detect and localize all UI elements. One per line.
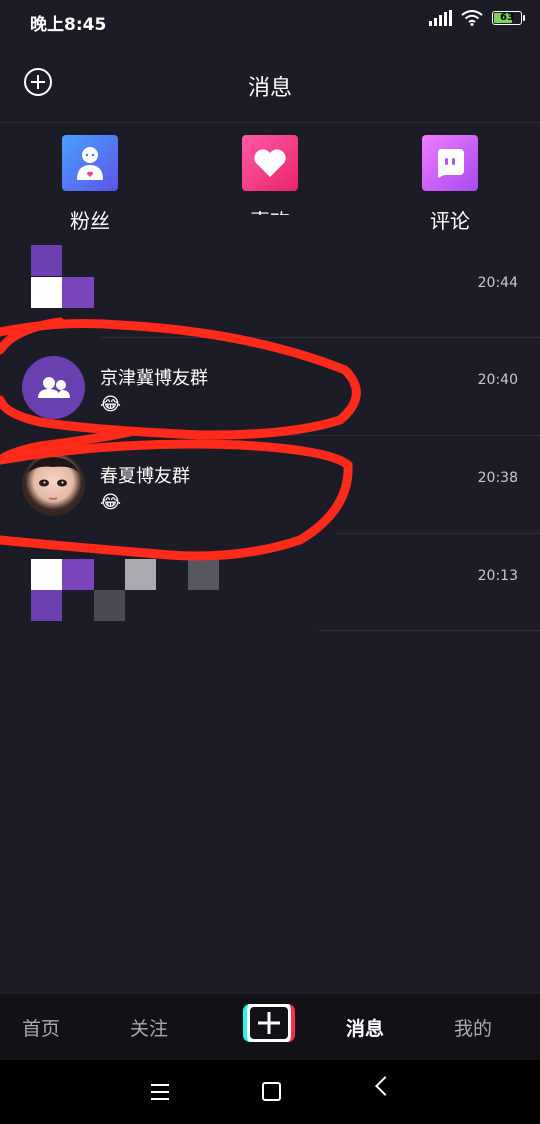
conversation-preview: 😂 [100, 394, 122, 415]
tab-home[interactable]: 首页 [22, 1014, 60, 1041]
create-button[interactable] [243, 1004, 295, 1042]
conversation-item[interactable]: 20:13 [0, 534, 540, 631]
quick-action-comments[interactable]: 评论 [405, 135, 495, 231]
quick-action-label: 粉丝 [70, 209, 110, 231]
quick-action-label: 喜欢 [225, 205, 315, 215]
heart-icon [242, 135, 298, 191]
avatar [31, 559, 221, 622]
conversation-item[interactable]: 20:44 [0, 240, 540, 337]
conversation-time: 20:38 [477, 470, 518, 486]
battery-icon: 63 [492, 11, 525, 25]
system-nav-bar [0, 1060, 540, 1124]
quick-action-label: 评论 [430, 209, 470, 231]
tab-bar: 首页 关注 消息 我的 [0, 994, 540, 1060]
fans-icon [62, 135, 118, 191]
group-avatar [22, 356, 85, 419]
conversation-time: 20:40 [477, 372, 518, 388]
plus-icon [250, 1007, 288, 1039]
tab-messages[interactable]: 消息 [346, 1014, 384, 1041]
quick-action-fans[interactable]: 粉丝 [45, 135, 135, 231]
comment-icon [422, 135, 478, 191]
menu-icon[interactable] [151, 1084, 169, 1105]
tab-me[interactable]: 我的 [454, 1014, 492, 1041]
home-icon[interactable] [262, 1082, 281, 1101]
tab-follow[interactable]: 关注 [130, 1014, 168, 1041]
back-icon[interactable] [375, 1076, 395, 1096]
wifi-icon [461, 10, 483, 26]
divider [318, 630, 540, 631]
conversation-time: 20:44 [477, 275, 518, 291]
conversation-name: 京津冀博友群 [100, 368, 208, 389]
page-title: 消息 [247, 76, 292, 101]
group-icon [37, 376, 70, 398]
avatar [31, 245, 94, 308]
quick-action-likes[interactable]: 喜欢 [225, 135, 315, 215]
signal-icon [429, 10, 452, 26]
conversation-name: 春夏博友群 [100, 466, 190, 487]
status-icons: 63 [429, 10, 525, 26]
status-time: 晚上8:45 [30, 15, 107, 35]
conversation-item[interactable]: 京津冀博友群 😂 20:40 [0, 338, 540, 435]
status-bar: 晚上8:45 63 [0, 0, 540, 44]
avatar [22, 453, 85, 516]
header: 消息 [0, 44, 540, 123]
conversation-time: 20:13 [477, 568, 518, 584]
battery-level: 63 [500, 12, 514, 23]
conversation-item[interactable]: 春夏博友群 😂 20:38 [0, 436, 540, 533]
conversation-preview: 😂 [100, 492, 122, 513]
